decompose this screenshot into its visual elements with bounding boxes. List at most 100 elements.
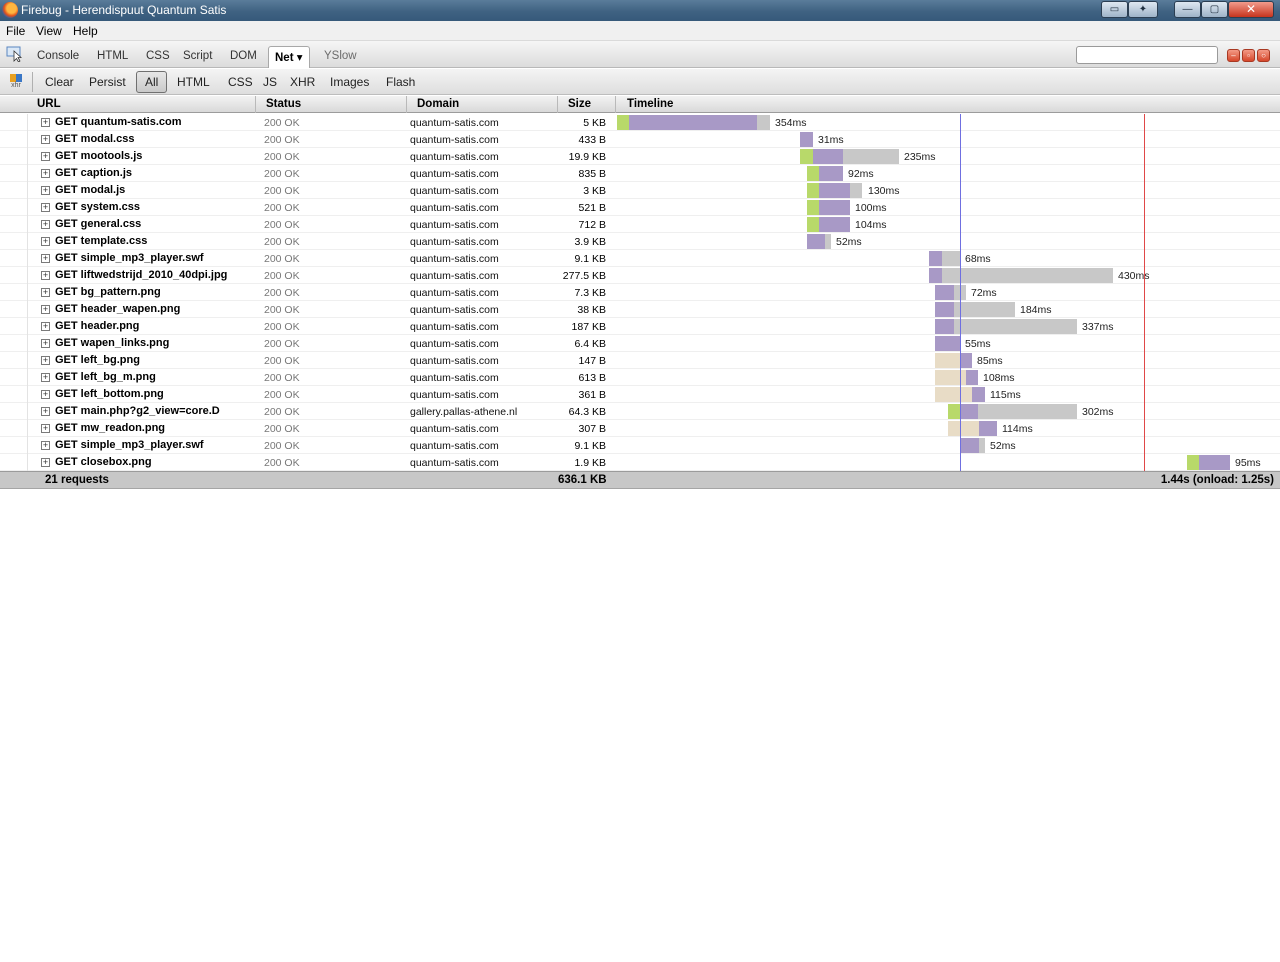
expand-icon[interactable]: + xyxy=(41,390,50,399)
request-url[interactable]: GET bg_pattern.png xyxy=(55,286,231,298)
expand-icon[interactable]: + xyxy=(41,322,50,331)
table-row[interactable]: + GET closebox.png 200 OK quantum-satis.com… xyxy=(0,454,1280,471)
tab-html[interactable]: HTML xyxy=(97,50,128,62)
column-status[interactable]: Status xyxy=(266,98,301,110)
request-url[interactable]: GET liftwedstrijd_2010_40dpi.jpg xyxy=(55,269,231,281)
table-row[interactable]: + GET mootools.js 200 OK quantum-satis.com 1… xyxy=(0,148,1280,165)
request-url[interactable]: GET wapen_links.png xyxy=(55,337,231,349)
column-divider[interactable] xyxy=(406,96,407,113)
table-row[interactable]: + GET mw_readon.png 200 OK quantum-satis.co… xyxy=(0,420,1280,437)
clear-button[interactable]: Clear xyxy=(45,75,74,89)
filter-html-button[interactable]: HTML xyxy=(177,75,210,89)
table-row[interactable]: + GET left_bg.png 200 OK quantum-satis.com 1… xyxy=(0,352,1280,369)
table-row[interactable]: + GET simple_mp3_player.swf 200 OK quantum-… xyxy=(0,437,1280,454)
table-row[interactable]: + GET bg_pattern.png 200 OK quantum-satis.c… xyxy=(0,284,1280,301)
expand-icon[interactable]: + xyxy=(41,356,50,365)
table-row[interactable]: + GET general.css 200 OK quantum-satis.com 7… xyxy=(0,216,1280,233)
expand-icon[interactable]: + xyxy=(41,305,50,314)
table-row[interactable]: + GET system.css 200 OK quantum-satis.com 52… xyxy=(0,199,1280,216)
expand-icon[interactable]: + xyxy=(41,203,50,212)
expand-icon[interactable]: + xyxy=(41,441,50,450)
filter-js-button[interactable]: JS xyxy=(263,75,277,89)
request-url[interactable]: GET modal.css xyxy=(55,133,231,145)
request-url[interactable]: GET main.php?g2_view=core.D xyxy=(55,405,231,417)
table-row[interactable]: + GET caption.js 200 OK quantum-satis.com 83… xyxy=(0,165,1280,182)
tab-net[interactable]: Net ▾ xyxy=(268,46,310,68)
expand-icon[interactable]: + xyxy=(41,237,50,246)
table-row[interactable]: + GET left_bg_m.png 200 OK quantum-satis.co… xyxy=(0,369,1280,386)
open-in-window-icon[interactable]: ▭ xyxy=(1101,1,1128,18)
table-row[interactable]: + GET left_bottom.png 200 OK quantum-satis.… xyxy=(0,386,1280,403)
close-button[interactable]: ✕ xyxy=(1228,1,1274,18)
expand-icon[interactable]: + xyxy=(41,458,50,467)
filter-flash-button[interactable]: Flash xyxy=(386,75,415,89)
request-url[interactable]: GET template.css xyxy=(55,235,231,247)
request-url[interactable]: GET modal.js xyxy=(55,184,231,196)
expand-icon[interactable]: + xyxy=(41,271,50,280)
request-url[interactable]: GET mw_readon.png xyxy=(55,422,231,434)
search-input[interactable] xyxy=(1076,46,1218,64)
tab-yslow[interactable]: YSlow xyxy=(324,50,357,62)
column-domain[interactable]: Domain xyxy=(417,98,459,110)
expand-icon[interactable]: + xyxy=(41,288,50,297)
table-row[interactable]: + GET template.css 200 OK quantum-satis.com… xyxy=(0,233,1280,250)
request-url[interactable]: GET simple_mp3_player.swf xyxy=(55,439,231,451)
filter-xhr-button[interactable]: XHR xyxy=(290,75,315,89)
persist-button[interactable]: Persist xyxy=(89,75,126,89)
request-url[interactable]: GET caption.js xyxy=(55,167,231,179)
filter-all-button[interactable]: All xyxy=(136,71,168,93)
menu-view[interactable]: View xyxy=(36,24,62,38)
request-url[interactable]: GET system.css xyxy=(55,201,231,213)
inspect-icon[interactable] xyxy=(6,46,24,62)
table-row[interactable]: + GET header.png 200 OK quantum-satis.com 18… xyxy=(0,318,1280,335)
tab-console[interactable]: Console xyxy=(37,50,79,62)
table-row[interactable]: + GET simple_mp3_player.swf 200 OK quantum-… xyxy=(0,250,1280,267)
table-row[interactable]: + GET main.php?g2_view=core.D 200 OK galler… xyxy=(0,403,1280,420)
expand-icon[interactable]: + xyxy=(41,407,50,416)
request-url[interactable]: GET header.png xyxy=(55,320,231,332)
expand-icon[interactable]: + xyxy=(41,169,50,178)
request-url[interactable]: GET left_bottom.png xyxy=(55,388,231,400)
expand-icon[interactable]: + xyxy=(41,118,50,127)
expand-icon[interactable]: + xyxy=(41,152,50,161)
table-row[interactable]: + GET quantum-satis.com 200 OK quantum-sati… xyxy=(0,114,1280,131)
minimize-firebug-icon[interactable]: – xyxy=(1227,49,1240,62)
table-row[interactable]: + GET modal.js 200 OK quantum-satis.com 3 KB… xyxy=(0,182,1280,199)
request-url[interactable]: GET simple_mp3_player.swf xyxy=(55,252,231,264)
column-size[interactable]: Size xyxy=(568,98,591,110)
column-url[interactable]: URL xyxy=(37,98,61,110)
request-url[interactable]: GET mootools.js xyxy=(55,150,231,162)
pin-icon[interactable]: ✦ xyxy=(1128,1,1158,18)
minimize-button[interactable]: — xyxy=(1174,1,1201,18)
request-url[interactable]: GET quantum-satis.com xyxy=(55,116,231,128)
table-row[interactable]: + GET wapen_links.png 200 OK quantum-satis.… xyxy=(0,335,1280,352)
expand-icon[interactable]: + xyxy=(41,373,50,382)
expand-icon[interactable]: + xyxy=(41,424,50,433)
filter-images-button[interactable]: Images xyxy=(330,75,369,89)
request-url[interactable]: GET header_wapen.png xyxy=(55,303,231,315)
filter-css-button[interactable]: CSS xyxy=(228,75,253,89)
menu-help[interactable]: Help xyxy=(73,24,98,38)
tab-css[interactable]: CSS xyxy=(146,50,170,62)
table-row[interactable]: + GET modal.css 200 OK quantum-satis.com 433… xyxy=(0,131,1280,148)
expand-icon[interactable]: + xyxy=(41,186,50,195)
table-row[interactable]: + GET header_wapen.png 200 OK quantum-satis… xyxy=(0,301,1280,318)
expand-icon[interactable]: + xyxy=(41,135,50,144)
expand-icon[interactable]: + xyxy=(41,220,50,229)
request-url[interactable]: GET closebox.png xyxy=(55,456,231,468)
request-url[interactable]: GET left_bg_m.png xyxy=(55,371,231,383)
tab-dom[interactable]: DOM xyxy=(230,50,257,62)
close-firebug-icon[interactable]: ○ xyxy=(1257,49,1270,62)
request-url[interactable]: GET general.css xyxy=(55,218,231,230)
tab-script[interactable]: Script xyxy=(183,50,212,62)
expand-icon[interactable]: + xyxy=(41,254,50,263)
column-divider[interactable] xyxy=(615,96,616,113)
column-divider[interactable] xyxy=(557,96,558,113)
column-divider[interactable] xyxy=(255,96,256,113)
maximize-button[interactable]: ▢ xyxy=(1201,1,1228,18)
menu-file[interactable]: File xyxy=(6,24,25,38)
xhr-breakpoint-icon[interactable]: xhr xyxy=(8,74,24,91)
request-url[interactable]: GET left_bg.png xyxy=(55,354,231,366)
table-row[interactable]: + GET liftwedstrijd_2010_40dpi.jpg 200 OK q… xyxy=(0,267,1280,284)
detach-firebug-icon[interactable]: ▫ xyxy=(1242,49,1255,62)
